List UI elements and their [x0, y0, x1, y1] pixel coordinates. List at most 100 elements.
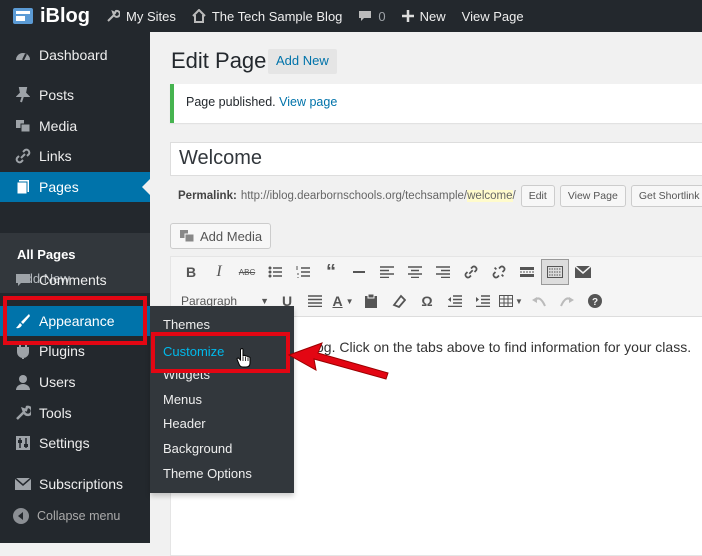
sidebar-item-label: Tools: [39, 405, 72, 421]
toolbar-row-1: B I ABC “: [177, 259, 597, 285]
sidebar-item-label: Media: [39, 118, 78, 134]
paste-as-text-icon[interactable]: [357, 288, 385, 314]
flyout-item-header[interactable]: Header: [163, 416, 206, 431]
sidebar-item-pages[interactable]: Pages: [0, 172, 150, 202]
sidebar-item-label: Users: [39, 374, 76, 390]
flyout-item-background[interactable]: Background: [163, 441, 232, 456]
comments-link[interactable]: 0: [350, 0, 393, 32]
insert-link-icon[interactable]: [457, 259, 485, 285]
text-color-icon[interactable]: A ▼: [329, 288, 357, 314]
permalink-slug[interactable]: welcome: [467, 190, 513, 202]
home-icon: [192, 9, 206, 23]
add-media-button[interactable]: Add Media: [170, 223, 272, 249]
site-logo[interactable]: iBlog: [0, 0, 98, 32]
new-label: New: [419, 8, 446, 24]
sidebar-item-label: Plugins: [39, 343, 85, 359]
new-content-link[interactable]: New: [394, 0, 454, 32]
sidebar-item-links[interactable]: Links: [0, 141, 150, 171]
unlink-icon[interactable]: [485, 259, 513, 285]
justify-icon[interactable]: [301, 288, 329, 314]
site-name-link[interactable]: The Tech Sample Blog: [184, 0, 351, 32]
strikethrough-icon[interactable]: ABC: [233, 259, 261, 285]
media-icon: [180, 230, 195, 243]
wrench-icon: [13, 403, 33, 423]
site-logo-text: iBlog: [40, 4, 90, 27]
read-more-icon[interactable]: [513, 259, 541, 285]
notice-text: Page published.: [186, 95, 276, 109]
post-title-input[interactable]: Welcome: [170, 142, 702, 176]
numbered-list-icon[interactable]: [289, 259, 317, 285]
blockquote-icon[interactable]: “: [317, 259, 345, 285]
success-notice: Page published. View page: [170, 84, 702, 123]
admin-bar: iBlog My Sites The Tech Sample Blog 0 Ne…: [0, 0, 702, 32]
align-center-icon[interactable]: [401, 259, 429, 285]
clear-formatting-icon[interactable]: [385, 288, 413, 314]
collapse-menu-button[interactable]: Collapse menu: [13, 508, 120, 524]
permalink-end: /: [512, 190, 516, 202]
table-icon[interactable]: ▼: [497, 288, 525, 314]
link-icon: [13, 146, 33, 166]
add-new-page-button[interactable]: Add New: [268, 49, 337, 74]
sidebar-item-label: Pages: [39, 179, 79, 195]
site-name-label: The Tech Sample Blog: [211, 8, 343, 24]
blog-logo-icon: [13, 8, 33, 24]
media-icon: [13, 116, 33, 136]
notice-view-page-link[interactable]: View page: [279, 95, 337, 109]
sidebar-item-tools[interactable]: Tools: [0, 398, 150, 428]
permalink-row: Permalink: http://iblog.dearbornschools.…: [178, 185, 702, 207]
customize-highlight-box: [151, 332, 290, 373]
my-sites-link[interactable]: My Sites: [98, 0, 184, 32]
get-shortlink-button[interactable]: Get Shortlink: [630, 185, 702, 207]
admin-sidebar: Dashboard Posts Media Links Pages All Pa…: [0, 32, 150, 543]
horizontal-line-icon[interactable]: [345, 259, 373, 285]
view-page-button[interactable]: View Page: [559, 185, 626, 207]
permalink-label: Permalink:: [178, 190, 237, 202]
red-pointer-arrow-icon: [287, 342, 389, 380]
special-character-icon[interactable]: Ω: [413, 288, 441, 314]
align-left-icon[interactable]: [373, 259, 401, 285]
italic-icon[interactable]: I: [205, 259, 233, 285]
sidebar-item-label: Subscriptions: [39, 476, 124, 492]
flyout-item-themes[interactable]: Themes: [163, 317, 210, 332]
sidebar-item-settings[interactable]: Settings: [0, 428, 150, 458]
outdent-icon[interactable]: [441, 288, 469, 314]
pages-icon: [13, 177, 33, 197]
dashboard-icon: [13, 45, 33, 65]
flyout-item-menus[interactable]: Menus: [163, 392, 202, 407]
sidebar-item-users[interactable]: Users: [0, 367, 150, 397]
svg-text:?: ?: [592, 297, 598, 308]
flyout-item-theme-options[interactable]: Theme Options: [163, 466, 252, 481]
sidebar-item-dashboard[interactable]: Dashboard: [0, 40, 150, 70]
comment-bubble-icon: [359, 11, 372, 21]
wrench-icon: [107, 9, 120, 22]
collapse-menu-label: Collapse menu: [37, 509, 121, 523]
email-icon[interactable]: [569, 259, 597, 285]
sidebar-item-comments[interactable]: Comments: [0, 265, 150, 295]
view-page-link[interactable]: View Page: [454, 0, 532, 32]
appearance-highlight-box: [3, 296, 147, 345]
collapse-arrow-icon: [13, 508, 29, 524]
align-right-icon[interactable]: [429, 259, 457, 285]
sidebar-item-label: Comments: [39, 272, 107, 288]
current-menu-arrow: [142, 179, 150, 195]
indent-icon[interactable]: [469, 288, 497, 314]
sidebar-item-media[interactable]: Media: [0, 111, 150, 141]
sidebar-item-subscriptions[interactable]: Subscriptions: [0, 469, 150, 499]
sidebar-item-posts[interactable]: Posts: [0, 80, 150, 110]
bullet-list-icon[interactable]: [261, 259, 289, 285]
permalink-base: http://iblog.dearbornschools.org/techsam…: [240, 190, 468, 202]
toolbar-toggle-icon[interactable]: [541, 259, 569, 285]
settings-sliders-icon: [13, 433, 33, 453]
sidebar-item-label: Dashboard: [39, 47, 108, 63]
user-icon: [13, 372, 33, 392]
undo-icon[interactable]: [525, 288, 553, 314]
comments-count: 0: [378, 8, 386, 24]
plus-icon: [401, 10, 414, 22]
page-title: Edit Page: [171, 48, 267, 73]
redo-icon[interactable]: [553, 288, 581, 314]
bold-icon[interactable]: B: [177, 259, 205, 285]
view-page-label: View Page: [461, 8, 524, 24]
edit-permalink-button[interactable]: Edit: [520, 185, 555, 207]
submenu-all-pages[interactable]: All Pages: [17, 247, 76, 262]
help-icon[interactable]: ?: [581, 288, 609, 314]
